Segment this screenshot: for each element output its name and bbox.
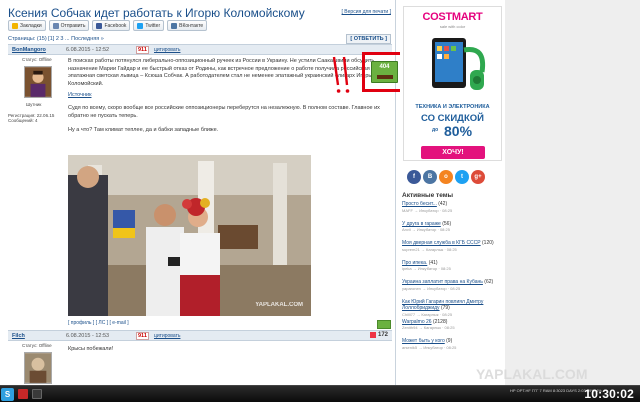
counter-bar [377, 75, 393, 79]
post-rating[interactable]: 172 [369, 332, 388, 338]
share-bookmark-button[interactable]: Закладки [8, 20, 46, 31]
ad-logo: COSTMART [422, 11, 483, 23]
post-number[interactable]: 911 [136, 46, 149, 54]
post-author[interactable]: BonMangoro [12, 47, 46, 53]
clock: 10:30:02 [584, 387, 634, 401]
user-messages: Сообщений: 4 [8, 118, 38, 123]
post-date: 6.08.2015 - 12:52 [66, 47, 110, 53]
twitter-icon [137, 22, 144, 29]
user-status: Статус: Offline [22, 343, 52, 348]
facebook-icon [96, 22, 103, 29]
rating-badge[interactable] [377, 320, 391, 329]
google-plus-icon[interactable]: g+ [471, 170, 485, 184]
odnoklassniki-icon[interactable]: o [439, 170, 453, 184]
share-bar: Закладки Отправить Facebook Twitter ВКон… [8, 20, 208, 31]
screen: Ксения Собчак идет работать к Игорю Коло… [0, 0, 640, 402]
bookmark-icon [12, 22, 18, 29]
vk-icon [171, 22, 178, 29]
list-item[interactable]: У друга в гараже (56) Anvil → Инкубатор ·… [402, 221, 502, 241]
social-icons: f B o t g+ [407, 170, 485, 184]
user-avatar[interactable] [24, 352, 52, 384]
post-date: 6.08.2015 - 12:53 [66, 333, 110, 339]
sidebar: COSTMART sale with color ТЕХНИКА И ЭЛЕКТ… [400, 0, 505, 385]
list-item[interactable]: Как Юрий Гагарин повлиял Дмитру Лоллобри… [402, 299, 502, 319]
post-photo-image [68, 155, 311, 316]
post-photo[interactable]: YAPLAKAL.COM [68, 155, 311, 316]
flag-icon [369, 332, 376, 338]
list-item[interactable]: Warpalmo 26 (2128) Zenith94 → Кагарлык · … [402, 319, 502, 339]
post-author[interactable]: Filch [12, 333, 25, 339]
quote-link[interactable]: цитировать [154, 333, 180, 339]
twitter-icon[interactable]: t [455, 170, 469, 184]
active-topics-title: Активные темы [402, 192, 454, 199]
list-item[interactable]: Может быть у кого (9) arsenik5 → Инкубато… [402, 338, 502, 358]
facebook-icon[interactable]: f [407, 170, 421, 184]
ad-cta-button[interactable]: ХОЧУ! [421, 146, 485, 159]
list-item[interactable]: Украина заплатит права на Кубань (62) yap… [402, 279, 502, 299]
exclamation-annotation [332, 56, 350, 93]
ad-prefix: до [432, 127, 439, 133]
post-paragraph: Судя по всему, скоро вообще все российск… [68, 104, 380, 119]
rating-counter[interactable]: 404 [371, 61, 398, 83]
post-user-links[interactable]: [ профиль ] [ ЛС ] [ e-mail ] [68, 320, 129, 326]
post-number[interactable]: 911 [136, 332, 149, 340]
app-icon[interactable] [32, 389, 42, 399]
tablet-headphones-image [432, 38, 486, 90]
start-button[interactable]: S [1, 388, 14, 401]
share-twitter-button[interactable]: Twitter [133, 20, 165, 31]
photo-watermark: YAPLAKAL.COM [255, 302, 303, 308]
topic-title: Ксения Собчак идет работать к Игорю Коло… [8, 6, 305, 20]
app-icon[interactable] [18, 389, 28, 399]
active-topics-list: Просто бесит... (42) MAFF → Инкубатор · 0… [402, 201, 502, 358]
user-status: Статус: Offline [22, 57, 52, 62]
site-watermark: YAPLAKAL.COM [476, 366, 588, 382]
taskbar: S HP OPT.HF ГГГ 7 RAM 8:3023 DAYS 2:03 6… [0, 385, 640, 402]
reply-button[interactable]: [ ОТВЕТИТЬ ] [346, 34, 391, 44]
post-header: Filch 6.08.2015 - 12:53 911 цитировать 1… [8, 330, 392, 341]
share-send-button[interactable]: Отправить [48, 20, 90, 31]
list-item[interactable]: Про ипека. (41) ipeka → Инкубатор · 08:25 [402, 260, 502, 280]
browser-page: Ксения Собчак идет работать к Игорю Коло… [0, 0, 640, 385]
post-user-info: Статус: Offline [8, 343, 66, 385]
user-rank: Шутник [26, 102, 42, 107]
list-item[interactable]: Моя дверная служба в КГБ СССР (120) supre… [402, 240, 502, 260]
advertisement-banner[interactable]: COSTMART sale with color ТЕХНИКА И ЭЛЕКТ… [403, 6, 502, 161]
page-background-right [505, 0, 640, 385]
post-header: BonMangoro 6.08.2015 - 12:52 911 цитиров… [8, 44, 392, 55]
share-facebook-button[interactable]: Facebook [92, 20, 131, 31]
ad-headline: ТЕХНИКА И ЭЛЕКТРОНИКА [415, 104, 490, 110]
ad-percent: 80% [444, 123, 473, 139]
post-paragraph: Ну а что? Там климат теплее, да и бабки … [68, 127, 219, 134]
mail-icon [52, 22, 59, 29]
list-item[interactable]: Просто бесит... (42) MAFF → Инкубатор · 0… [402, 201, 502, 221]
pagination[interactable]: Страницы: (15) [1] 2 3 ... Последняя » [8, 36, 104, 42]
post-body: Крысы побежали! [68, 346, 114, 352]
user-avatar[interactable] [24, 66, 52, 98]
quote-link[interactable]: цитировать [154, 47, 180, 53]
post-user-info: Статус: Offline Шутник Регистрация: 22.0… [8, 57, 66, 123]
vk-icon[interactable]: B [423, 170, 437, 184]
share-vk-button[interactable]: ВКонтакте [167, 20, 208, 31]
ad-slogan: sale with color [439, 24, 466, 29]
print-version-link[interactable]: [ Версия для печати ] [342, 9, 391, 15]
